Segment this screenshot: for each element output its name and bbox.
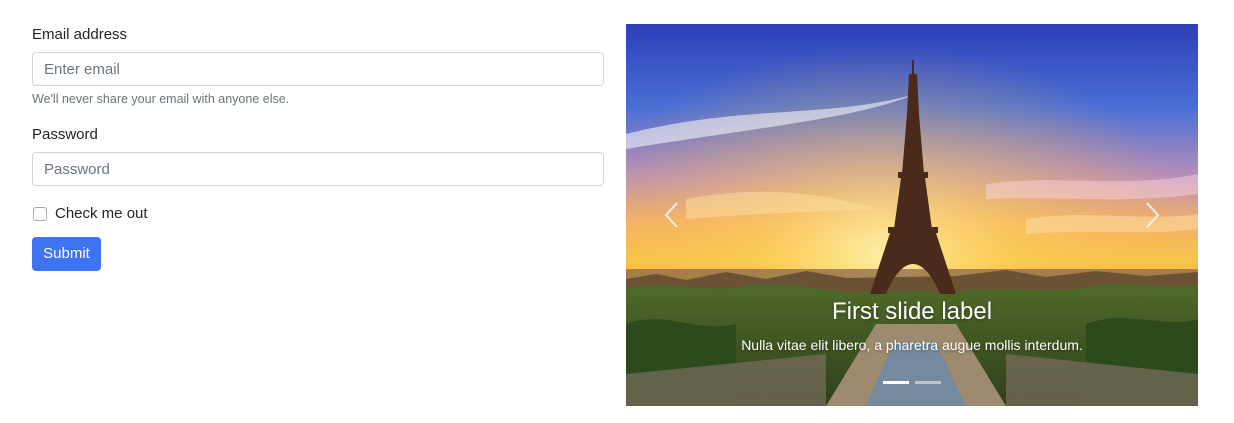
chevron-right-icon [1146, 202, 1160, 228]
signup-form: Email address We'll never share your ema… [32, 24, 604, 271]
password-group: Password [32, 124, 604, 186]
check-me-out-row: Check me out [32, 203, 604, 225]
image-carousel: First slide label Nulla vitae elit liber… [626, 24, 1198, 406]
email-input[interactable] [32, 52, 604, 86]
carousel-indicator-2[interactable] [915, 381, 941, 384]
email-help-text: We'll never share your email with anyone… [32, 92, 290, 106]
slide-caption-title: First slide label [831, 298, 993, 325]
check-me-out-label[interactable]: Check me out [55, 203, 148, 225]
chevron-left-icon [664, 202, 678, 228]
email-group: Email address We'll never share your ema… [32, 24, 604, 107]
carousel-indicators [626, 381, 1198, 384]
check-me-out-checkbox[interactable] [33, 207, 47, 221]
page: Email address We'll never share your ema… [0, 0, 1234, 423]
password-input[interactable] [32, 152, 604, 186]
password-label: Password [32, 126, 98, 143]
submit-button[interactable]: Submit [32, 237, 101, 271]
slide-caption-text: Nulla vitae elit libero, a pharetra augu… [741, 337, 1083, 353]
carousel-indicator-1[interactable] [883, 381, 909, 384]
email-label: Email address [32, 26, 128, 43]
slide-caption: First slide label Nulla vitae elit liber… [626, 295, 1198, 355]
